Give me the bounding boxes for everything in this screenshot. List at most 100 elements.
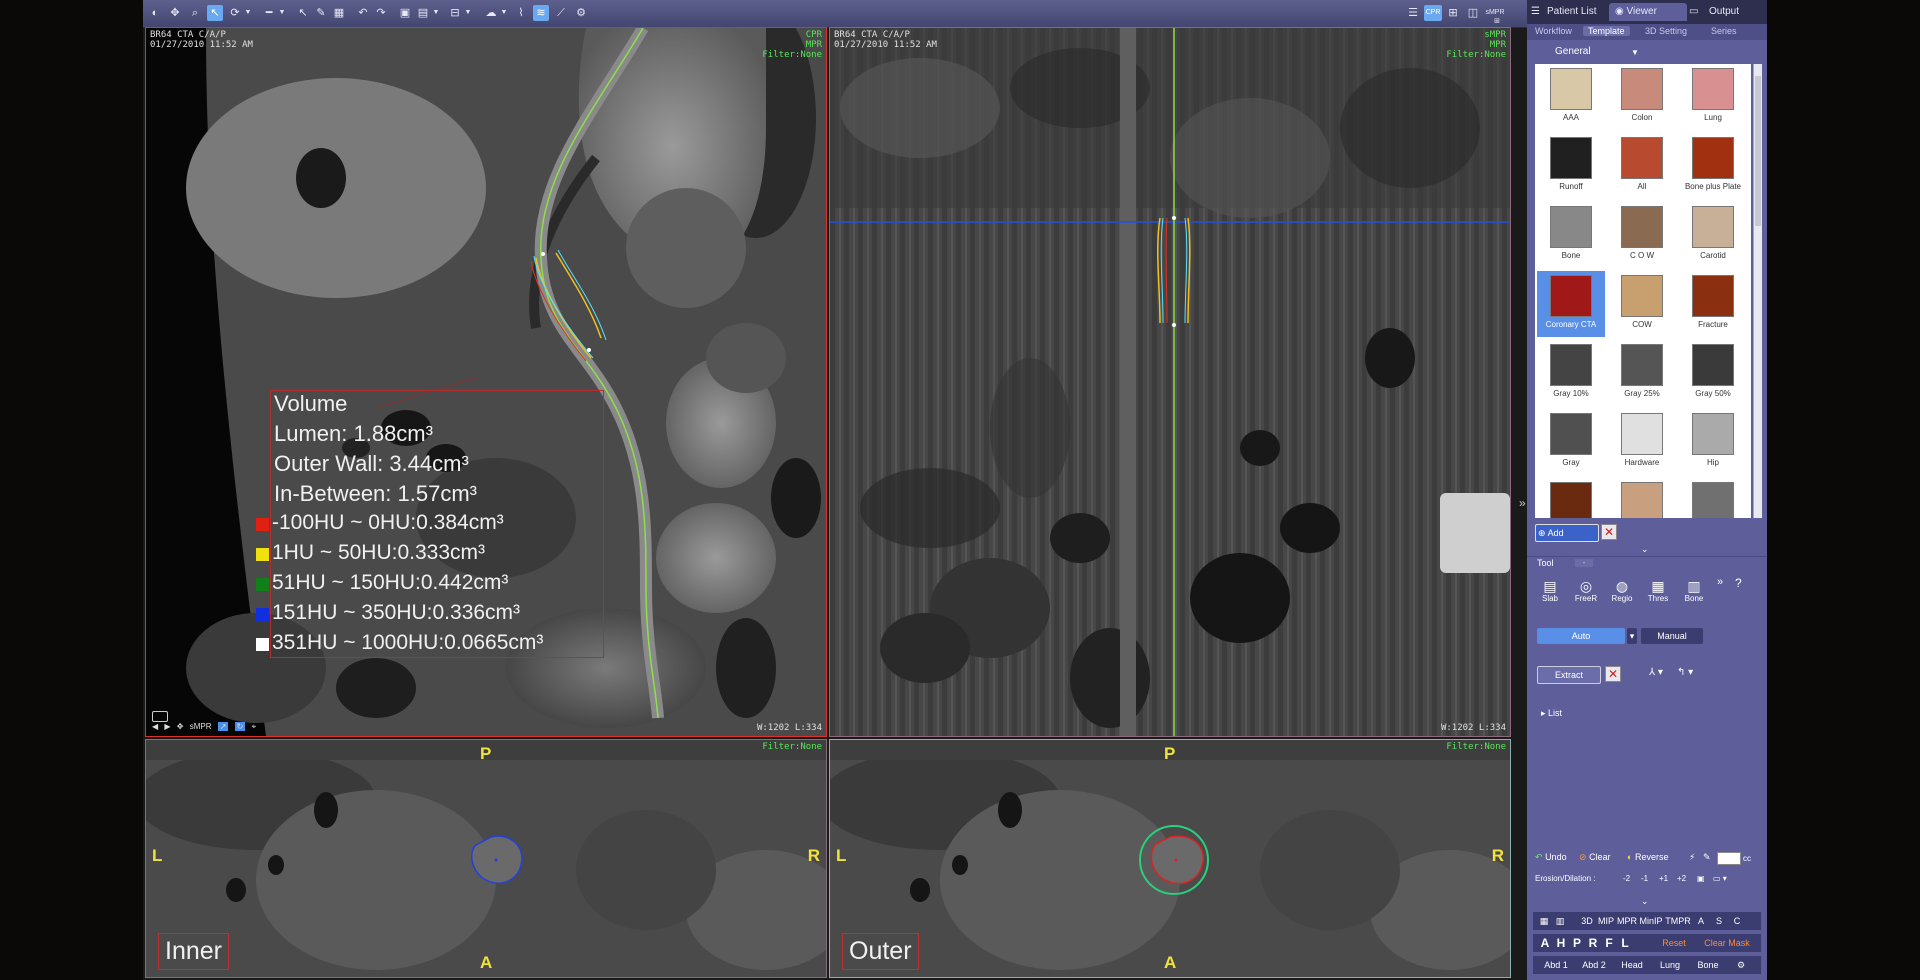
curve-icon[interactable]: ↗ xyxy=(217,722,229,731)
auto-mode-button[interactable]: Auto xyxy=(1537,628,1625,644)
pan-icon[interactable]: ✥ xyxy=(177,722,184,731)
tab-output[interactable]: Output xyxy=(1709,3,1739,21)
view-sagittal-button[interactable]: S xyxy=(1711,912,1727,930)
inner-cross-section-viewport[interactable]: Filter:None P A L R Inner xyxy=(145,739,827,978)
chevron-down-icon[interactable]: ▾ xyxy=(1627,628,1637,644)
grid-icon[interactable]: ▦ xyxy=(331,5,347,21)
template-item[interactable]: Colon xyxy=(1608,64,1676,130)
template-item[interactable]: Hardware xyxy=(1608,409,1676,475)
template-item[interactable]: All xyxy=(1608,133,1676,199)
view-coronal-button[interactable]: C xyxy=(1729,912,1745,930)
slab-tool[interactable]: ▤ Slab xyxy=(1535,578,1565,603)
orient-a-button[interactable]: A xyxy=(1537,934,1553,952)
minimize-icon[interactable]: - xyxy=(1575,559,1593,567)
template-item[interactable]: Gray 10% xyxy=(1537,340,1605,406)
panel-collapse-icon[interactable]: » xyxy=(1519,496,1526,510)
chevron-down-icon[interactable]: ▼ xyxy=(278,5,286,21)
cc-value-field[interactable] xyxy=(1717,852,1741,865)
orient-h-button[interactable]: H xyxy=(1553,934,1569,952)
orient-r-button[interactable]: R xyxy=(1585,934,1601,952)
display-icon[interactable]: ▤ xyxy=(415,5,431,21)
grid-icon[interactable]: ▦ xyxy=(1537,912,1551,930)
tab-viewer[interactable]: ◉ Viewer xyxy=(1609,3,1687,21)
view-axial-button[interactable]: A xyxy=(1693,912,1709,930)
chevron-down-icon[interactable]: ▼ xyxy=(464,5,472,21)
view-tmpr-button[interactable]: TMPR xyxy=(1665,912,1691,930)
undo-button[interactable]: ↶ Undo xyxy=(1535,852,1567,863)
template-item[interactable]: Runoff xyxy=(1537,133,1605,199)
preset-abd1-button[interactable]: Abd 1 xyxy=(1539,956,1573,974)
smpr-viewport[interactable]: BR64 CTA C/A/P 01/27/2010 11:52 AM sMPR … xyxy=(829,27,1511,737)
view-3d-button[interactable]: 3D xyxy=(1579,912,1595,930)
branch-icon[interactable]: ↰ ▾ xyxy=(1677,667,1693,678)
template-scrollbar[interactable] xyxy=(1753,64,1762,518)
mask-icon[interactable]: ▣ xyxy=(1697,874,1705,883)
tab-series[interactable]: Series xyxy=(1711,26,1737,36)
chevron-down-icon[interactable]: ▼ xyxy=(500,5,508,21)
view-mpr-button[interactable]: MPR xyxy=(1617,912,1637,930)
chevron-down-icon[interactable]: ▼ xyxy=(244,5,252,21)
help-icon[interactable]: ? xyxy=(1735,576,1742,590)
template-item[interactable]: Lung xyxy=(1679,64,1747,130)
threshold-tool[interactable]: ▦ Thres xyxy=(1643,578,1673,603)
add-template-button[interactable]: ⊕ Add xyxy=(1535,524,1599,542)
extract-button[interactable]: Extract xyxy=(1537,666,1601,684)
template-item[interactable]: Carotid xyxy=(1679,202,1747,268)
view-minip-button[interactable]: MinIP xyxy=(1639,912,1663,930)
prev-icon[interactable]: ◀ xyxy=(152,722,158,731)
window-level-icon[interactable]: ◐ xyxy=(147,5,163,21)
manual-mode-button[interactable]: Manual xyxy=(1641,628,1703,644)
template-item[interactable]: Bone xyxy=(1537,202,1605,268)
erosion-minus-2[interactable]: -2 xyxy=(1623,874,1630,883)
cross-icon[interactable]: ⊞ xyxy=(1445,5,1461,21)
cpr-icon[interactable]: CPR xyxy=(1424,5,1442,21)
template-category[interactable]: General ▼ xyxy=(1527,44,1767,60)
settings-icon[interactable]: ⚙ xyxy=(573,5,589,21)
cancel-extract-button[interactable]: ✕ xyxy=(1605,666,1621,682)
template-item[interactable] xyxy=(1608,478,1676,518)
camera-icon[interactable] xyxy=(152,711,168,722)
region-tool[interactable]: ◍ Regio xyxy=(1607,578,1637,603)
list-icon[interactable]: ☰ xyxy=(1405,5,1421,21)
view-mip-button[interactable]: MIP xyxy=(1597,912,1615,930)
clear-button[interactable]: ⊘ Clear xyxy=(1579,852,1611,863)
pointer-icon[interactable]: ↖ xyxy=(207,5,223,21)
cpr-viewport[interactable]: BR64 CTA C/A/P 01/27/2010 11:52 AM CPR M… xyxy=(145,27,827,737)
preset-head-button[interactable]: Head xyxy=(1617,956,1647,974)
template-item[interactable]: COW xyxy=(1608,271,1676,337)
smpr-mode-button[interactable]: sMPR xyxy=(190,722,212,731)
curve-icon[interactable]: ⌇ xyxy=(513,5,529,21)
settings-icon[interactable]: ⚙ xyxy=(1733,956,1749,974)
rotate-icon[interactable]: ↻ xyxy=(234,722,246,731)
bone-tool[interactable]: ▥ Bone xyxy=(1679,578,1709,603)
split-icon[interactable]: ⅄ ▾ xyxy=(1649,667,1663,678)
measure-icon[interactable]: ━ xyxy=(261,5,277,21)
template-item[interactable]: Hip xyxy=(1679,409,1747,475)
redo-icon[interactable]: ↷ xyxy=(373,5,389,21)
template-item[interactable]: AAA xyxy=(1537,64,1605,130)
box-icon[interactable]: ◫ xyxy=(1465,5,1481,21)
zoom-icon[interactable]: ⌕ xyxy=(187,5,203,21)
tab-template[interactable]: Template xyxy=(1583,26,1630,36)
template-item[interactable]: C O W xyxy=(1608,202,1676,268)
reset-button[interactable]: Reset xyxy=(1657,934,1691,952)
preset-abd2-button[interactable]: Abd 2 xyxy=(1577,956,1611,974)
undo-icon[interactable]: ↶ xyxy=(355,5,371,21)
orient-f-button[interactable]: F xyxy=(1601,934,1617,952)
target-icon[interactable]: ⌖ xyxy=(252,722,257,732)
scrollbar-thumb[interactable] xyxy=(1755,76,1761,226)
cine-icon[interactable]: ⊟ xyxy=(447,5,463,21)
wand-icon[interactable]: ⚡ xyxy=(1689,852,1695,863)
template-item[interactable]: Bone plus Plate xyxy=(1679,133,1747,199)
clear-mask-button[interactable]: Clear Mask xyxy=(1699,934,1755,952)
template-item[interactable]: Gray 50% xyxy=(1679,340,1747,406)
outer-cross-section-viewport[interactable]: Filter:None P A L R Outer xyxy=(829,739,1511,978)
erosion-minus-1[interactable]: -1 xyxy=(1641,874,1648,883)
template-item[interactable] xyxy=(1679,478,1747,518)
list-toggle[interactable]: ▸ List xyxy=(1541,708,1562,719)
orient-p-button[interactable]: P xyxy=(1569,934,1585,952)
expand-icon[interactable]: ⌄ xyxy=(1641,896,1649,907)
next-icon[interactable]: ▶ xyxy=(164,722,170,731)
reverse-button[interactable]: ◐ Reverse xyxy=(1627,852,1668,862)
template-item[interactable]: Gray xyxy=(1537,409,1605,475)
